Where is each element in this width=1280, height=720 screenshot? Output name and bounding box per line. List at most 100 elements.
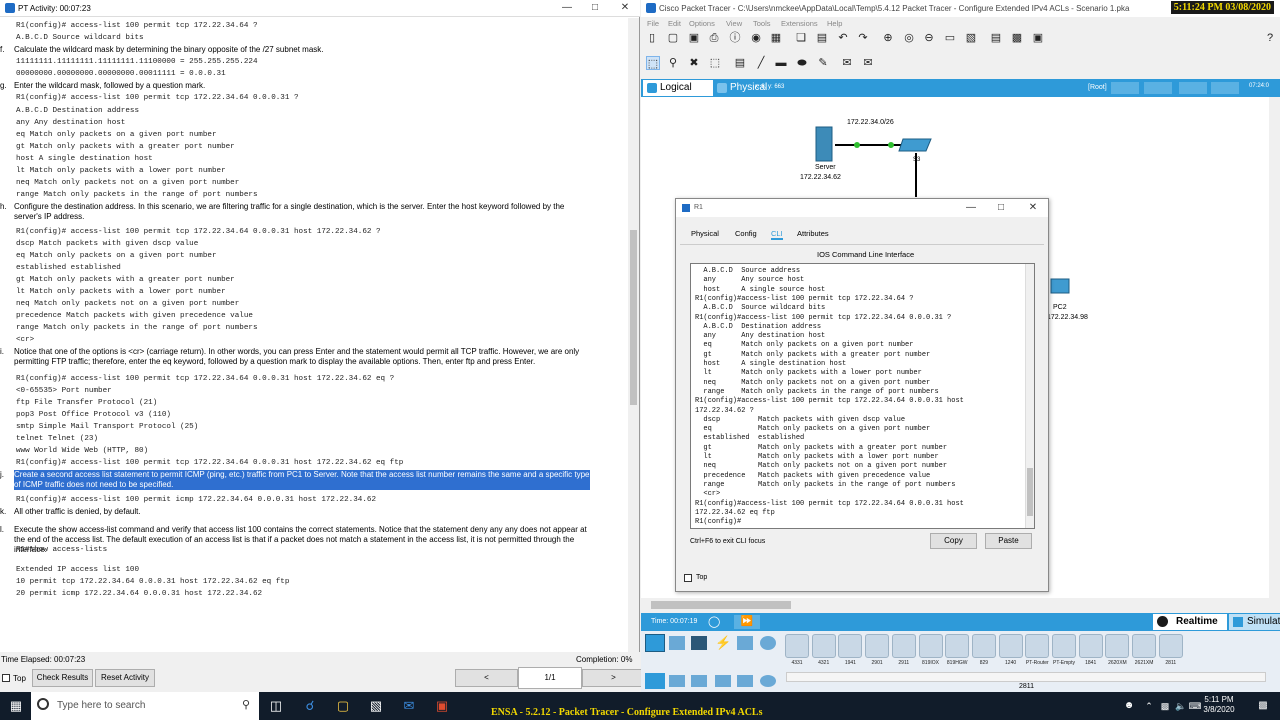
tray-clock[interactable]: 5:11 PM 3/8/2020 [1199, 695, 1239, 715]
device-model-2911[interactable] [891, 634, 916, 658]
copy-button[interactable]: Copy [930, 533, 977, 549]
end-devices-icon[interactable] [669, 636, 685, 650]
workspace-hscroll[interactable] [641, 598, 1269, 613]
wan-emulation-icon[interactable] [760, 675, 776, 687]
inspect-icon[interactable]: ⚲ [666, 56, 680, 70]
fast-forward-icon[interactable]: ⏩ [734, 615, 760, 629]
device-model-1841[interactable] [1078, 634, 1103, 658]
add-simple-pdu-icon[interactable]: ✉ [840, 56, 854, 70]
cluster-button[interactable] [1144, 82, 1172, 94]
menu-item-help[interactable]: Help [827, 19, 842, 28]
zoom-reset-icon[interactable]: ◎ [902, 31, 916, 45]
device-model-829[interactable] [971, 634, 996, 658]
components-icon[interactable] [691, 636, 707, 650]
tab-logical[interactable]: Logical [643, 80, 713, 96]
r1-maximize-icon[interactable]: □ [994, 202, 1008, 214]
r1-close-icon[interactable]: ✕ [1026, 202, 1040, 214]
edge-browser-icon[interactable]: ☌ [301, 697, 319, 715]
note-icon[interactable]: ▤ [733, 56, 747, 70]
device-model-819hgw[interactable] [945, 634, 970, 658]
r1-minimize-icon[interactable]: — [964, 202, 978, 214]
hscroll-thumb[interactable] [651, 601, 791, 609]
tab-physical[interactable]: Physical [691, 229, 719, 238]
device-model-4321[interactable] [811, 634, 836, 658]
menu-item-view[interactable]: View [726, 19, 742, 28]
set-tiled-background-icon[interactable] [1179, 82, 1207, 94]
routers-icon[interactable] [645, 673, 665, 689]
network-devices-icon[interactable] [645, 634, 665, 652]
open-folder-icon[interactable]: ▢ [666, 31, 680, 45]
device-model-2901[interactable] [865, 634, 890, 658]
notification-icon[interactable]: ▩ [1254, 697, 1272, 715]
redo-icon[interactable]: ↷ [856, 31, 870, 45]
power-cycle-icon[interactable]: ◯ [708, 615, 723, 629]
tab-attributes[interactable]: Attributes [797, 229, 829, 238]
hubs-icon[interactable] [691, 675, 707, 687]
save-icon[interactable]: ▣ [687, 31, 701, 45]
undo-icon[interactable]: ↶ [836, 31, 850, 45]
cli-scrollbar[interactable] [1025, 264, 1034, 528]
tab-config[interactable]: Config [735, 229, 757, 238]
r1-top-checkbox[interactable] [684, 574, 692, 582]
line-icon[interactable]: ╱ [754, 56, 768, 70]
paste-button[interactable]: Paste [985, 533, 1032, 549]
zoom-out-icon[interactable]: ⊖ [922, 31, 936, 45]
resize-icon[interactable]: ⬚ [708, 56, 722, 70]
windows-start-icon[interactable]: ▦ [7, 697, 25, 715]
server-icon[interactable] [815, 126, 833, 162]
freeform-icon[interactable]: ✎ [816, 56, 830, 70]
multiuser-icon[interactable] [760, 636, 776, 650]
pc2-icon[interactable] [1050, 278, 1070, 294]
switch-icon[interactable] [898, 138, 932, 152]
security-icon[interactable] [737, 675, 753, 687]
info-icon[interactable]: ⓘ [728, 31, 742, 45]
menu-item-extensions[interactable]: Extensions [781, 19, 818, 28]
add-complex-pdu-icon[interactable]: ✉ [861, 56, 875, 70]
cli-console[interactable]: A.B.C.D Source address any Any source ho… [690, 263, 1035, 529]
check-results-button[interactable]: Check Results [32, 669, 93, 687]
screenshot-icon[interactable]: ▣ [1031, 31, 1045, 45]
instructions-scrollbar[interactable] [628, 18, 639, 652]
pdu-list-icon[interactable]: ▩ [1010, 31, 1024, 45]
new-file-icon[interactable]: ▯ [645, 31, 659, 45]
ellipse-icon[interactable]: ⬬ [795, 56, 809, 70]
pdu-icon[interactable]: ▦ [769, 31, 783, 45]
device-model-2811[interactable] [1158, 634, 1183, 658]
device-model-pt-router[interactable] [1025, 634, 1050, 658]
scrollbar-thumb[interactable] [630, 230, 637, 405]
top-checkbox[interactable] [2, 674, 10, 682]
drawing-palette-icon[interactable]: ▭ [943, 31, 957, 45]
print-icon[interactable]: ⎙ [707, 31, 721, 45]
zoom-in-icon[interactable]: ⊕ [881, 31, 895, 45]
custom-device-icon[interactable]: ▧ [964, 31, 978, 45]
office-icon[interactable]: ▣ [433, 697, 451, 715]
menu-item-tools[interactable]: Tools [753, 19, 771, 28]
paste-icon[interactable]: ▤ [815, 31, 829, 45]
misc-icon[interactable] [737, 636, 753, 650]
menu-item-edit[interactable]: Edit [668, 19, 681, 28]
maximize-icon[interactable]: □ [588, 2, 602, 14]
menu-item-file[interactable]: File [647, 19, 659, 28]
microphone-icon[interactable]: ⚲ [242, 698, 250, 711]
device-model-1240[interactable] [998, 634, 1023, 658]
copy-icon[interactable]: ❏ [794, 31, 808, 45]
device-model-2620xm[interactable] [1105, 634, 1130, 658]
device-model-4331[interactable] [785, 634, 809, 658]
viewport-button[interactable] [1211, 82, 1239, 94]
viewport-icon[interactable]: ▤ [989, 31, 1003, 45]
minimize-icon[interactable]: — [560, 2, 574, 14]
simulation-button[interactable]: Simulation [1229, 614, 1280, 630]
device-model-819iox[interactable] [918, 634, 943, 658]
back-button[interactable] [1111, 82, 1139, 94]
delete-icon[interactable]: ✖ [687, 56, 701, 70]
device-model-pt-empty[interactable] [1052, 634, 1076, 658]
select-icon[interactable]: ⬚ [646, 56, 660, 70]
rectangle-icon[interactable]: ▬ [774, 56, 788, 70]
wireless-icon[interactable] [715, 675, 731, 687]
store-icon[interactable]: ▧ [367, 697, 385, 715]
realtime-button[interactable]: Realtime [1153, 614, 1227, 630]
device-model-2621xm[interactable] [1132, 634, 1157, 658]
connections-icon[interactable]: ⚡ [715, 635, 731, 651]
previous-page-button[interactable]: < [455, 669, 518, 687]
workspace-vscroll[interactable] [1269, 97, 1280, 598]
